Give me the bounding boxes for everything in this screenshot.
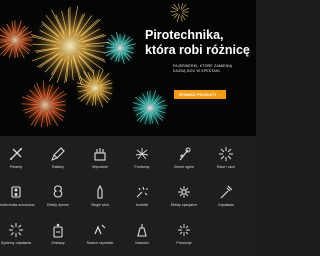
category-label: Single shot — [91, 203, 109, 207]
category-item[interactable]: Petardy — [0, 136, 38, 176]
category-label: Fontanny — [134, 165, 150, 169]
category-item[interactable]: Efekty specjalne — [162, 174, 206, 214]
hero-title: Pirotechnika, która robi różnicę — [145, 28, 250, 57]
category-label: Zestawy — [51, 241, 65, 245]
roman-candle-icon — [94, 224, 106, 235]
fountain-icon — [135, 148, 149, 160]
firecracker-icon — [10, 148, 22, 160]
category-item[interactable]: Odpalanie — [204, 174, 248, 214]
category-item[interactable]: Efekty dymne — [36, 174, 80, 214]
category-label: Efekty specjalne — [170, 203, 198, 207]
category-item[interactable]: Promocje — [162, 212, 206, 252]
hero-subtitle: FAJERWERKI, KTÓRE ZAMIENIĄ KAŻDĄ NOC W S… — [173, 64, 233, 74]
category-item[interactable]: Race i race — [204, 136, 248, 176]
category-item[interactable]: Systemy odpalania — [0, 212, 38, 252]
category-label: Petardy — [9, 165, 23, 169]
category-label: Systemy odpalania — [0, 241, 32, 245]
ignition-icon — [220, 185, 233, 199]
flare-icon — [219, 147, 233, 161]
promo-icon — [178, 224, 190, 236]
category-item[interactable]: Konfetti — [120, 174, 164, 214]
category-label: Nowości — [135, 241, 149, 245]
special-effects-icon — [178, 186, 190, 198]
firing-system-icon — [9, 223, 23, 237]
rocket-icon — [51, 147, 65, 161]
category-label: Rakiety — [52, 165, 64, 169]
category-item[interactable]: Single shot — [78, 174, 122, 214]
sparkler-icon — [179, 147, 191, 161]
category-label: Efekty dymne — [47, 203, 69, 207]
stage-pyro-icon — [11, 186, 21, 198]
category-item[interactable]: Świece rzymskie — [78, 212, 122, 252]
category-label: Race i race — [216, 165, 236, 169]
category-item[interactable]: Nowości — [120, 212, 164, 252]
category-item[interactable]: Zimne ognie — [162, 136, 206, 176]
category-label: Promocje — [176, 241, 192, 245]
launcher-icon — [94, 148, 106, 161]
category-item[interactable]: Pirotechnika sceniczna — [0, 174, 38, 214]
category-label: Świece rzymskie — [86, 241, 114, 245]
set-icon — [53, 223, 63, 238]
single-shot-icon — [97, 184, 103, 199]
category-item[interactable]: Zestawy — [36, 212, 80, 252]
check-products-button[interactable]: SPRAWDŹ PRODUKTY → — [174, 90, 226, 99]
new-icon — [137, 224, 147, 237]
category-grid: Petardy Rakiety Wyrzutnie Fontanny Zimne ogn… — [0, 136, 256, 256]
category-item[interactable]: Rakiety — [36, 136, 80, 176]
category-label: Odpalanie — [217, 203, 235, 207]
category-label: Zimne ognie — [174, 165, 194, 169]
smoke-icon — [53, 185, 63, 198]
category-label: Pirotechnika sceniczna — [0, 203, 35, 207]
hero-banner: Pirotechnika, która robi różnicę FAJERWE… — [0, 0, 256, 136]
category-item[interactable]: Fontanny — [120, 136, 164, 176]
category-label: Konfetti — [135, 203, 149, 207]
category-label: Wyrzutnie — [92, 165, 108, 169]
confetti-icon — [136, 186, 148, 198]
category-item[interactable]: Wyrzutnie — [78, 136, 122, 176]
